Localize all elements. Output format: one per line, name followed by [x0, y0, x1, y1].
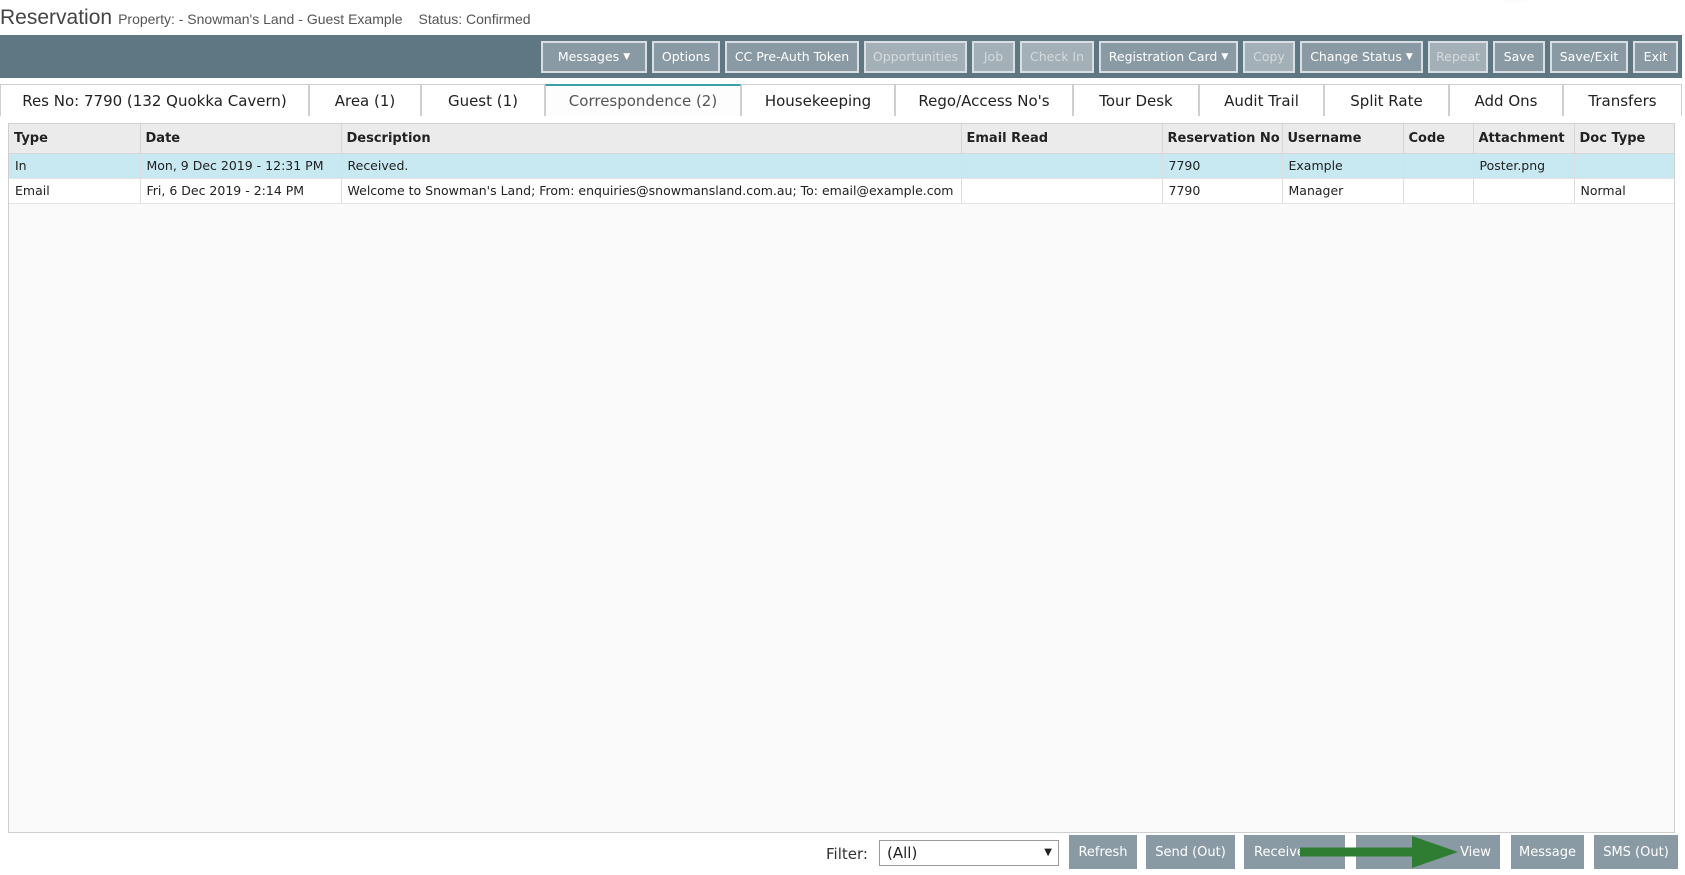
tab-transfers[interactable]: Transfers [1563, 84, 1682, 116]
caret-down-icon: ▼ [1405, 51, 1413, 62]
opportunities-label: Opportunities [872, 49, 959, 64]
sms-out-button[interactable]: SMS (Out) [1594, 835, 1678, 869]
opportunities-button[interactable]: Opportunities [864, 40, 967, 73]
cell-email-read [961, 178, 1163, 204]
filter-select[interactable]: (All) ▼ [879, 840, 1059, 866]
column-header-attachment[interactable]: Attachment [1473, 124, 1575, 154]
refresh-label: Refresh [1078, 844, 1128, 860]
page-title: Reservation [0, 6, 113, 29]
cell-code [1403, 178, 1474, 204]
cell-username: Example [1282, 153, 1404, 179]
tab-res-no[interactable]: Res No: 7790 (132 Quokka Cavern) [0, 84, 309, 116]
repeat-label: Repeat [1436, 49, 1481, 64]
cc-preauth-token-button[interactable]: CC Pre-Auth Token [725, 40, 859, 73]
send-out-button[interactable]: Send (Out) [1146, 835, 1235, 869]
avatar-shadow [1485, 0, 1545, 4]
cell-doc-type [1574, 153, 1674, 179]
hidden-action-button[interactable] [1356, 835, 1451, 869]
job-button[interactable]: Job [972, 40, 1015, 73]
cell-description: Received. [341, 153, 962, 179]
tab-rego-access[interactable]: Rego/Access No's [895, 84, 1073, 116]
message-button[interactable]: Message [1511, 835, 1584, 869]
cell-type: In [9, 153, 141, 179]
tab-tour-desk[interactable]: Tour Desk [1073, 84, 1199, 116]
table-header-row: Type Date Description Email Read Reserva… [9, 124, 1674, 154]
receive-button[interactable]: Receive [1244, 835, 1345, 869]
view-label: View [1460, 844, 1491, 860]
cc-preauth-label: CC Pre-Auth Token [734, 49, 850, 64]
repeat-button[interactable]: Repeat [1428, 40, 1488, 73]
options-button[interactable]: Options [652, 40, 720, 73]
correspondence-table: Type Date Description Email Read Reserva… [9, 124, 1674, 204]
cell-email-read [961, 153, 1163, 179]
message-label: Message [1519, 844, 1576, 860]
messages-label: Messages [557, 49, 620, 64]
receive-label: Receive [1254, 844, 1305, 860]
cell-description: Welcome to Snowman's Land; From: enquiri… [341, 178, 962, 204]
exit-label: Exit [1643, 49, 1668, 64]
filter-label: Filter: [826, 845, 868, 863]
caret-down-icon: ▼ [1221, 51, 1229, 62]
tab-area[interactable]: Area (1) [309, 84, 421, 116]
tab-split-rate[interactable]: Split Rate [1324, 84, 1449, 116]
cell-attachment [1473, 178, 1575, 204]
exit-button[interactable]: Exit [1633, 40, 1678, 73]
sms-out-label: SMS (Out) [1603, 844, 1669, 860]
send-out-label: Send (Out) [1155, 844, 1226, 860]
registration-card-label: Registration Card [1108, 49, 1218, 64]
save-exit-label: Save/Exit [1559, 49, 1619, 64]
cell-attachment: Poster.png [1473, 153, 1575, 179]
refresh-button[interactable]: Refresh [1069, 835, 1137, 869]
cell-code [1403, 153, 1474, 179]
property-label: Property: - Snowman's Land - [118, 11, 303, 27]
caret-down-icon: ▼ [1044, 847, 1052, 858]
registration-card-button[interactable]: Registration Card ▼ [1099, 40, 1238, 73]
cell-date: Fri, 6 Dec 2019 - 2:14 PM [140, 178, 342, 204]
guest-name: Guest Example [306, 11, 403, 27]
cell-reservation-no: 7790 [1162, 178, 1283, 204]
caret-down-icon: ▼ [623, 51, 631, 62]
tab-correspondence[interactable]: Correspondence (2) [545, 84, 741, 116]
options-label: Options [661, 49, 711, 64]
table-row[interactable]: In Mon, 9 Dec 2019 - 12:31 PM Received. … [9, 153, 1674, 179]
cell-date: Mon, 9 Dec 2019 - 12:31 PM [140, 153, 342, 179]
copy-button[interactable]: Copy [1243, 40, 1295, 73]
tab-housekeeping[interactable]: Housekeeping [741, 84, 895, 116]
job-label: Job [983, 49, 1004, 64]
messages-button[interactable]: Messages ▼ [541, 40, 647, 73]
tab-guest[interactable]: Guest (1) [421, 84, 545, 116]
reservation-page: Reservation Property: - Snowman's Land -… [0, 0, 1685, 875]
table-row[interactable]: Email Fri, 6 Dec 2019 - 2:14 PM Welcome … [9, 178, 1674, 204]
tab-audit-trail[interactable]: Audit Trail [1199, 84, 1324, 116]
column-header-email-read[interactable]: Email Read [961, 124, 1163, 154]
reservation-tabs: Res No: 7790 (132 Quokka Cavern) Area (1… [0, 84, 1682, 116]
page-header: Reservation Property: - Snowman's Land -… [0, 0, 1685, 35]
change-status-label: Change Status [1310, 49, 1402, 64]
cell-username: Manager [1282, 178, 1404, 204]
copy-label: Copy [1253, 49, 1285, 64]
view-button[interactable]: View [1451, 835, 1500, 869]
column-header-type[interactable]: Type [9, 124, 141, 154]
save-exit-button[interactable]: Save/Exit [1550, 40, 1628, 73]
cell-reservation-no: 7790 [1162, 153, 1283, 179]
cell-doc-type: Normal [1574, 178, 1674, 204]
column-header-reservation-no[interactable]: Reservation No [1162, 124, 1283, 154]
column-header-description[interactable]: Description [341, 124, 962, 154]
cell-type: Email [9, 178, 141, 204]
column-header-doc-type[interactable]: Doc Type [1574, 124, 1674, 154]
filter-value: (All) [887, 844, 918, 862]
column-header-username[interactable]: Username [1282, 124, 1404, 154]
check-in-button[interactable]: Check In [1020, 40, 1094, 73]
tab-add-ons[interactable]: Add Ons [1449, 84, 1563, 116]
column-header-date[interactable]: Date [140, 124, 342, 154]
status-label: Status: Confirmed [418, 11, 531, 27]
column-header-code[interactable]: Code [1403, 124, 1474, 154]
action-toolbar: Messages ▼ Options CC Pre-Auth Token Opp… [0, 35, 1682, 78]
save-label: Save [1503, 49, 1535, 64]
grid-action-bar: Filter: (All) ▼ Refresh Send (Out) Recei… [0, 833, 1685, 875]
change-status-button[interactable]: Change Status ▼ [1300, 40, 1423, 73]
correspondence-grid: Type Date Description Email Read Reserva… [8, 123, 1675, 833]
save-button[interactable]: Save [1493, 40, 1545, 73]
check-in-label: Check In [1029, 49, 1085, 64]
